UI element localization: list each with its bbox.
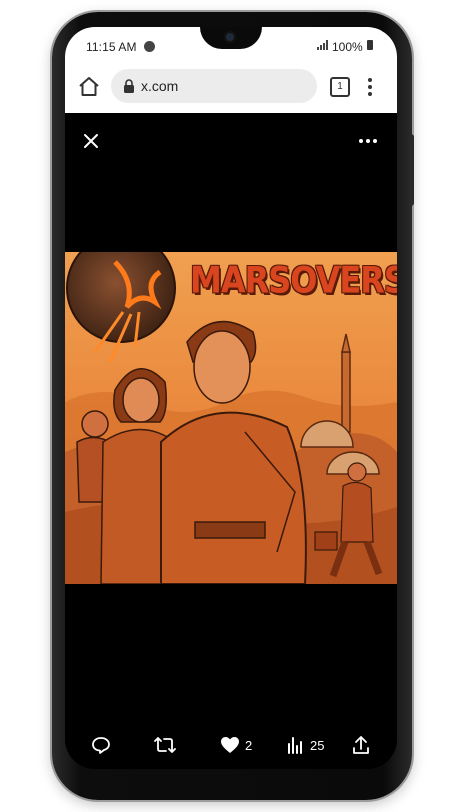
volume-button: [410, 134, 414, 206]
heart-icon: [221, 737, 239, 753]
poster-artwork: [65, 252, 397, 584]
more-horizontal-icon[interactable]: [357, 137, 379, 145]
share-button[interactable]: [352, 733, 370, 757]
lock-icon: [124, 79, 134, 93]
share-icon: [353, 736, 369, 754]
repost-button[interactable]: [154, 733, 176, 757]
view-count: 25: [310, 737, 325, 753]
browser-toolbar: x.com 1: [65, 65, 397, 113]
more-vertical-icon[interactable]: [367, 77, 373, 97]
tab-switcher-button[interactable]: 1: [330, 77, 350, 97]
views-icon: [288, 737, 302, 754]
url-text: x.com: [141, 78, 179, 94]
battery-percentage: 100%: [332, 40, 363, 54]
views-button[interactable]: 25: [287, 733, 324, 757]
tweet-action-bar: 2 25: [65, 727, 397, 767]
reply-button[interactable]: [91, 733, 111, 757]
front-camera-icon: [224, 31, 236, 43]
home-icon[interactable]: [77, 75, 101, 99]
repost-icon: [154, 737, 176, 753]
reply-icon: [92, 737, 110, 754]
media-viewer: MARSOVERSE 2: [65, 113, 397, 769]
battery-icon: [367, 40, 373, 50]
status-time: 11:15 AM: [86, 40, 137, 54]
phone-screen: 11:15 AM 100% x.com 1 MARSOVER 2 25: [65, 27, 397, 769]
close-icon[interactable]: [81, 131, 101, 151]
address-bar[interactable]: x.com: [111, 69, 317, 103]
signal-icon: [317, 40, 328, 50]
spotify-icon: [144, 41, 155, 52]
like-count: 2: [245, 737, 253, 753]
poster-title: MARSOVERSE: [190, 258, 397, 302]
media-image[interactable]: MARSOVERSE: [65, 252, 397, 584]
status-bar: 11:15 AM 100%: [65, 27, 397, 65]
like-button[interactable]: 2: [220, 733, 252, 757]
